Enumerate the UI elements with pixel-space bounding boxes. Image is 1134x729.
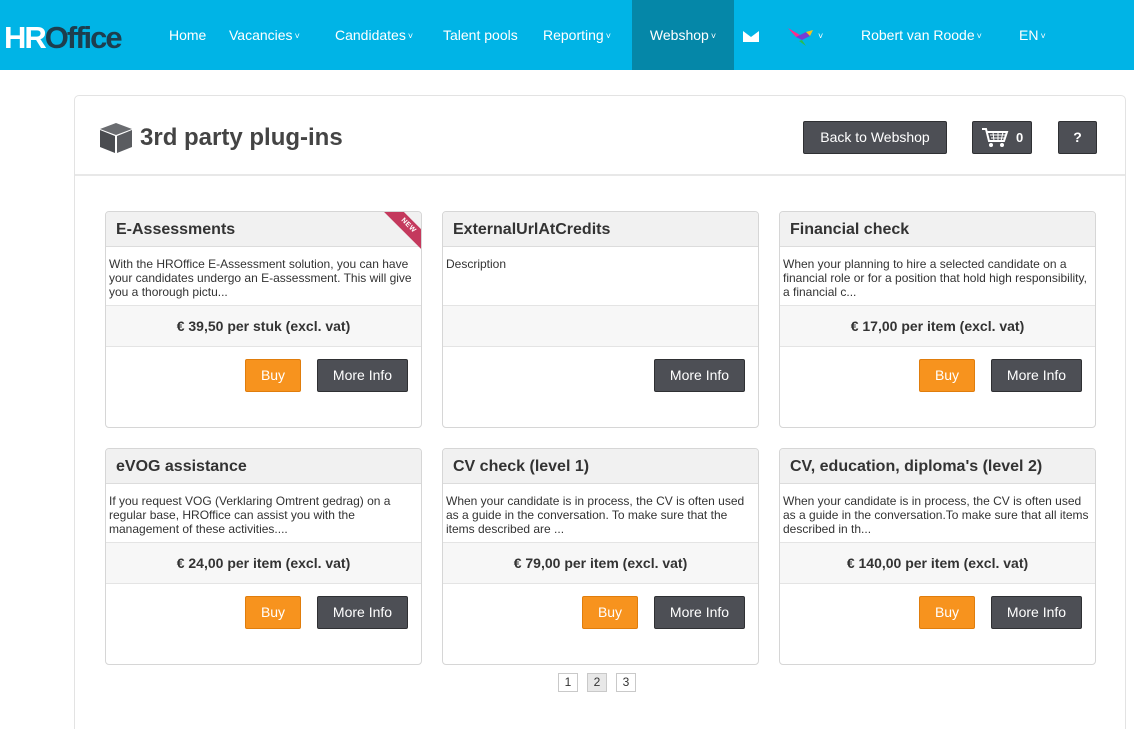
card-description: When your planning to hire a selected ca… <box>780 247 1095 306</box>
hroffice-logo[interactable]: HROffice <box>4 20 123 55</box>
nav-candidates[interactable]: Candidates ˅ <box>335 0 413 70</box>
box-icon <box>100 123 132 153</box>
card-description: Description <box>443 247 758 306</box>
panel-header: 3rd party plug-ins Back to Webshop 0 ? <box>75 96 1125 176</box>
cart-count: 0 <box>1016 130 1024 145</box>
chevron-down-icon: ˅ <box>605 31 611 41</box>
card-title: CV, education, diploma's (level 2) <box>780 449 1095 484</box>
nav-language[interactable]: EN ˅ <box>1019 0 1046 70</box>
chevron-down-icon: ˅ <box>407 31 414 41</box>
chevron-down-icon: ˅ <box>294 31 300 41</box>
card-description: When your candidate is in process, the C… <box>443 484 758 543</box>
nav-vacancies[interactable]: Vacancies ˅ <box>229 0 300 70</box>
logo-office: Office <box>44 20 123 55</box>
chevron-down-icon: ˅ <box>976 31 982 41</box>
nav-home-label: Home <box>169 27 207 43</box>
more-info-button[interactable]: More Info <box>317 359 408 392</box>
card-description: If you request VOG (Verklaring Omtrent g… <box>106 484 421 543</box>
help-button[interactable]: ? <box>1058 121 1097 154</box>
card-actions: Buy More Info <box>780 584 1095 664</box>
top-navbar: HROffice Home Vacancies ˅ Candidates ˅ Tal… <box>0 0 1134 70</box>
nav-vacancies-label: Vacancies <box>229 27 293 43</box>
card-price: € 79,00 per item (excl. vat) <box>443 543 758 584</box>
more-info-button[interactable]: More Info <box>317 596 408 629</box>
card-price: € 17,00 per item (excl. vat) <box>780 306 1095 347</box>
buy-button[interactable]: Buy <box>245 596 301 629</box>
card-title: CV check (level 1) <box>443 449 758 484</box>
nav-webshop-label: Webshop <box>649 27 709 43</box>
nav-user-menu[interactable]: Robert van Roode ˅ <box>861 0 982 70</box>
logo-hr: HR <box>4 20 47 55</box>
more-info-button[interactable]: More Info <box>991 596 1082 629</box>
card-price: € 39,50 per stuk (excl. vat) <box>106 306 421 347</box>
nav-reporting-label: Reporting <box>543 27 604 43</box>
nav-messages[interactable] <box>743 0 759 70</box>
more-info-button[interactable]: More Info <box>654 359 745 392</box>
plugin-card-e-assessments: E-Assessments With the HROffice E-Assess… <box>105 211 422 428</box>
card-title: ExternalUrlAtCredits <box>443 212 758 247</box>
nav-user-label: Robert van Roode <box>861 27 975 43</box>
buy-button[interactable]: Buy <box>919 596 975 629</box>
new-ribbon-badge: NEW <box>382 212 421 251</box>
pagination-page-2[interactable]: 2 <box>587 673 607 692</box>
cart-icon <box>982 128 1009 147</box>
plugin-card-cv-check-level-1: CV check (level 1) When your candidate i… <box>442 448 759 665</box>
mail-icon <box>743 30 759 42</box>
back-to-webshop-button[interactable]: Back to Webshop <box>803 121 947 154</box>
cart-button[interactable]: 0 <box>972 121 1032 154</box>
card-actions: Buy More Info <box>106 347 421 427</box>
buy-button[interactable]: Buy <box>245 359 301 392</box>
nav-hummingbird-menu[interactable]: ˅ <box>786 0 823 70</box>
card-actions: Buy More Info <box>443 584 758 664</box>
more-info-button[interactable]: More Info <box>654 596 745 629</box>
card-description: With the HROffice E-Assessment solution,… <box>106 247 421 306</box>
nav-language-label: EN <box>1019 27 1039 43</box>
nav-talent-pools[interactable]: Talent pools <box>443 0 518 70</box>
card-price: € 24,00 per item (excl. vat) <box>106 543 421 584</box>
page-title: 3rd party plug-ins <box>140 124 343 151</box>
card-price: € 140,00 per item (excl. vat) <box>780 543 1095 584</box>
new-badge-label: NEW <box>382 212 421 251</box>
card-title: eVOG assistance <box>106 449 421 484</box>
card-price <box>443 306 758 347</box>
card-description: When your candidate is in process, the C… <box>780 484 1095 543</box>
chevron-down-icon: ˅ <box>1040 31 1046 41</box>
chevron-down-icon: ˅ <box>818 31 824 41</box>
chevron-down-icon: ˅ <box>710 31 717 41</box>
more-info-button[interactable]: More Info <box>991 359 1082 392</box>
nav-home[interactable]: Home <box>169 0 206 70</box>
plugin-card-externalurlatcredits: ExternalUrlAtCredits Description More In… <box>442 211 759 428</box>
card-title: E-Assessments <box>106 212 421 247</box>
nav-talent-pools-label: Talent pools <box>443 27 518 43</box>
nav-reporting[interactable]: Reporting ˅ <box>543 0 611 70</box>
pagination-page-3[interactable]: 3 <box>616 673 636 692</box>
hummingbird-icon <box>788 28 813 47</box>
pagination-page-1[interactable]: 1 <box>558 673 578 692</box>
buy-button[interactable]: Buy <box>582 596 638 629</box>
nav-webshop[interactable]: Webshop ˅ <box>632 0 734 70</box>
card-actions: Buy More Info <box>106 584 421 664</box>
plugin-card-evog-assistance: eVOG assistance If you request VOG (Verk… <box>105 448 422 665</box>
card-actions: More Info <box>443 347 758 427</box>
card-actions: Buy More Info <box>780 347 1095 427</box>
plugin-card-financial-check: Financial check When your planning to hi… <box>779 211 1096 428</box>
buy-button[interactable]: Buy <box>919 359 975 392</box>
plugin-card-cv-education-diploma-level-2: CV, education, diploma's (level 2) When … <box>779 448 1096 665</box>
nav-candidates-label: Candidates <box>335 27 406 43</box>
card-title: Financial check <box>780 212 1095 247</box>
